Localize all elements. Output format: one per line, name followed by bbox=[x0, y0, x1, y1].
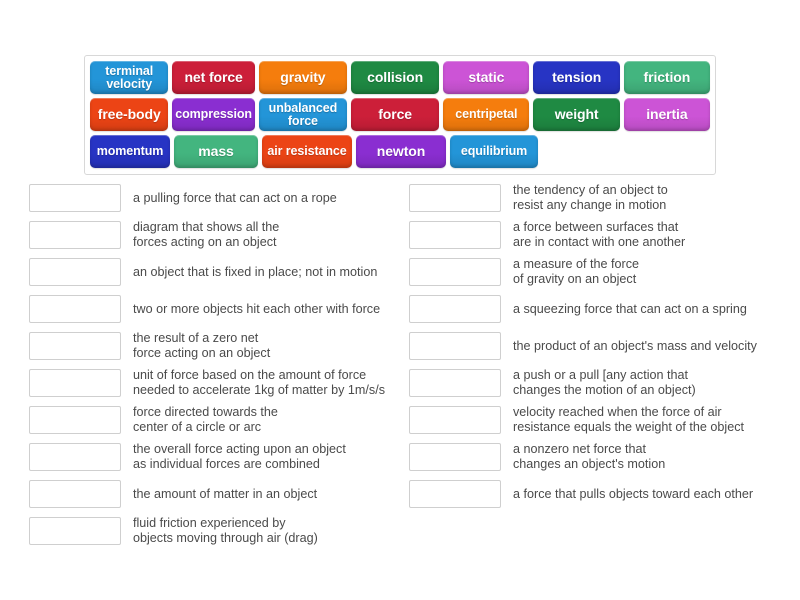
word-bank-row: terminal velocity net force gravity collisi… bbox=[90, 61, 710, 94]
definition-row: a pulling force that can act on a rope bbox=[29, 184, 404, 212]
definition-row: a measure of the force of gravity on an … bbox=[409, 257, 784, 286]
answer-drop-box[interactable] bbox=[29, 295, 121, 323]
word-tile[interactable]: momentum bbox=[90, 135, 170, 168]
word-tile[interactable]: tension bbox=[533, 61, 619, 94]
definition-row: force directed towards the center of a c… bbox=[29, 405, 404, 434]
word-tile[interactable]: terminal velocity bbox=[90, 61, 168, 94]
answer-drop-box[interactable] bbox=[409, 332, 501, 360]
definition-row: the result of a zero net force acting on… bbox=[29, 331, 404, 360]
definition-text: unit of force based on the amount of for… bbox=[133, 368, 386, 397]
answer-drop-box[interactable] bbox=[409, 258, 501, 286]
definition-row: a force between surfaces that are in con… bbox=[409, 220, 784, 249]
word-tile[interactable]: newton bbox=[356, 135, 446, 168]
definition-text: a pulling force that can act on a rope bbox=[133, 190, 337, 205]
definition-text: the overall force acting upon an object … bbox=[133, 442, 346, 471]
word-tile[interactable]: free-body bbox=[90, 98, 168, 131]
definition-text: the product of an object's mass and velo… bbox=[513, 338, 757, 353]
word-tile[interactable]: collision bbox=[351, 61, 439, 94]
answer-drop-box[interactable] bbox=[409, 369, 501, 397]
definition-text: the tendency of an object to resist any … bbox=[513, 183, 668, 212]
word-bank: terminal velocity net force gravity collisi… bbox=[84, 55, 716, 175]
definition-text: force directed towards the center of a c… bbox=[133, 405, 278, 434]
definition-text: a push or a pull [any action that change… bbox=[513, 368, 696, 397]
answer-drop-box[interactable] bbox=[409, 406, 501, 434]
word-tile[interactable]: equilibrium bbox=[450, 135, 538, 168]
definition-text: diagram that shows all the forces acting… bbox=[133, 220, 280, 249]
definition-text: the result of a zero net force acting on… bbox=[133, 331, 271, 360]
word-tile[interactable]: mass bbox=[174, 135, 258, 168]
word-tile[interactable]: unbalanced force bbox=[259, 98, 347, 131]
definition-row: a nonzero net force that changes an obje… bbox=[409, 442, 784, 471]
word-tile[interactable]: compression bbox=[172, 98, 254, 131]
answer-drop-box[interactable] bbox=[409, 480, 501, 508]
answer-drop-box[interactable] bbox=[29, 258, 121, 286]
definition-row: the overall force acting upon an object … bbox=[29, 442, 404, 471]
definitions-column-right: the tendency of an object to resist any … bbox=[409, 183, 784, 517]
definition-text: fluid friction experienced by objects mo… bbox=[133, 516, 318, 545]
definition-text: a nonzero net force that changes an obje… bbox=[513, 442, 666, 471]
definition-text: a measure of the force of gravity on an … bbox=[513, 257, 640, 286]
definition-row: an object that is fixed in place; not in… bbox=[29, 258, 404, 286]
definition-row: the amount of matter in an object bbox=[29, 480, 404, 508]
definition-text: two or more objects hit each other with … bbox=[133, 301, 381, 316]
definition-row: fluid friction experienced by objects mo… bbox=[29, 516, 404, 545]
definition-text: the amount of matter in an object bbox=[133, 486, 318, 501]
answer-drop-box[interactable] bbox=[409, 184, 501, 212]
definition-row: two or more objects hit each other with … bbox=[29, 295, 404, 323]
answer-drop-box[interactable] bbox=[29, 517, 121, 545]
definition-row: a push or a pull [any action that change… bbox=[409, 368, 784, 397]
definition-row: the tendency of an object to resist any … bbox=[409, 183, 784, 212]
definition-row: unit of force based on the amount of for… bbox=[29, 368, 404, 397]
answer-drop-box[interactable] bbox=[409, 443, 501, 471]
word-tile[interactable]: weight bbox=[533, 98, 619, 131]
word-tile[interactable]: net force bbox=[172, 61, 254, 94]
word-tile[interactable]: inertia bbox=[624, 98, 710, 131]
word-tile[interactable]: friction bbox=[624, 61, 710, 94]
answer-drop-box[interactable] bbox=[409, 221, 501, 249]
definition-row: velocity reached when the force of air r… bbox=[409, 405, 784, 434]
answer-drop-box[interactable] bbox=[29, 369, 121, 397]
word-tile[interactable]: force bbox=[351, 98, 439, 131]
answer-drop-box[interactable] bbox=[29, 184, 121, 212]
definition-text: velocity reached when the force of air r… bbox=[513, 405, 745, 434]
word-tile[interactable]: air resistance bbox=[262, 135, 352, 168]
definition-row: a squeezing force that can act on a spri… bbox=[409, 295, 784, 323]
word-tile[interactable]: static bbox=[443, 61, 529, 94]
definition-text: a force between surfaces that are in con… bbox=[513, 220, 686, 249]
definition-text: a squeezing force that can act on a spri… bbox=[513, 301, 747, 316]
definitions-column-left: a pulling force that can act on a rope di… bbox=[29, 184, 404, 554]
word-tile[interactable]: centripetal bbox=[443, 98, 529, 131]
definition-text: an object that is fixed in place; not in… bbox=[133, 264, 378, 279]
answer-drop-box[interactable] bbox=[29, 332, 121, 360]
answer-drop-box[interactable] bbox=[29, 406, 121, 434]
definition-row: the product of an object's mass and velo… bbox=[409, 332, 784, 360]
word-tile[interactable]: gravity bbox=[259, 61, 347, 94]
definition-row: diagram that shows all the forces acting… bbox=[29, 220, 404, 249]
definition-row: a force that pulls objects toward each o… bbox=[409, 480, 784, 508]
word-bank-row: free-body compression unbalanced force forc… bbox=[90, 98, 710, 131]
word-bank-row: momentum mass air resistance newton equilibr… bbox=[90, 135, 710, 168]
answer-drop-box[interactable] bbox=[29, 480, 121, 508]
definition-text: a force that pulls objects toward each o… bbox=[513, 486, 754, 501]
answer-drop-box[interactable] bbox=[29, 221, 121, 249]
answer-drop-box[interactable] bbox=[409, 295, 501, 323]
answer-drop-box[interactable] bbox=[29, 443, 121, 471]
